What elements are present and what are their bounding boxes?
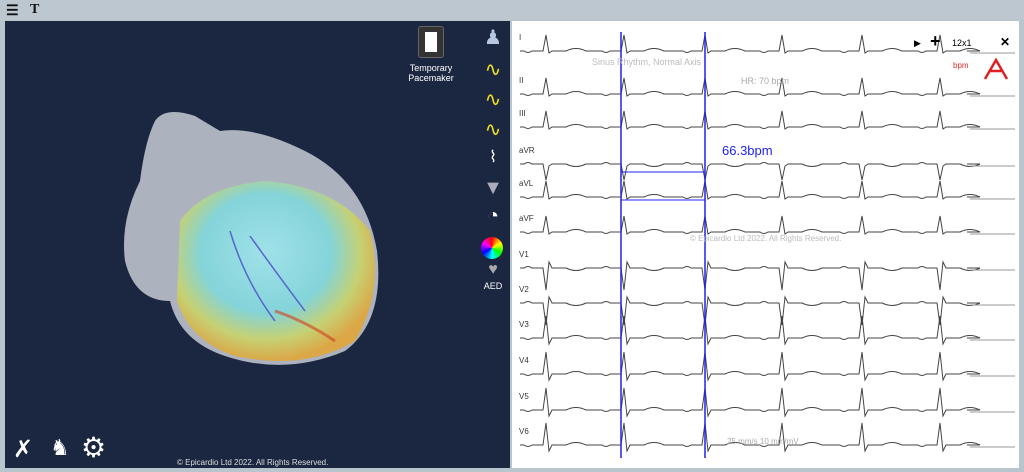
torso-icon[interactable]: ♟ xyxy=(478,25,508,50)
bpm-label: bpm xyxy=(953,61,969,70)
lead-label-V2: V2 xyxy=(519,285,529,294)
lead-label-aVF: aVF xyxy=(519,214,534,223)
ecg-trace-V5 xyxy=(520,387,981,418)
ecg-trace-V1 xyxy=(520,260,981,291)
lead-label-III: III xyxy=(519,109,526,118)
heart-model[interactable] xyxy=(5,21,475,468)
ecg-small-icon[interactable]: ⌇ xyxy=(478,147,508,167)
gear-icon[interactable]: ⚙ xyxy=(81,431,106,464)
lead-label-II: II xyxy=(519,76,524,85)
copyright: © Epicardio Ltd 2022. All Rights Reserve… xyxy=(177,458,329,467)
aed-label: AED xyxy=(483,281,503,291)
heart-cross-section-icon[interactable]: ▼ xyxy=(478,177,508,200)
hamburger-icon[interactable]: ☰ xyxy=(6,2,19,19)
rhythm-label: Sinus Rhythm, Normal Axis xyxy=(592,57,702,67)
lead-label-aVL: aVL xyxy=(519,179,534,188)
ecg-trace-aVL xyxy=(520,180,981,200)
pacemaker-label: Temporary Pacemaker xyxy=(408,63,454,83)
play-button[interactable]: ▶ xyxy=(914,38,921,49)
lead-label-I: I xyxy=(519,33,522,42)
lead-label-V3: V3 xyxy=(519,320,529,329)
ecg-annotated-icon[interactable]: ∿ xyxy=(478,117,508,142)
hr-label: HR: 70 bpm xyxy=(741,76,790,86)
speed-label: 25 mm/s 10 mm/mV xyxy=(727,437,799,446)
caliper-icon[interactable] xyxy=(982,57,1010,81)
ecg-trace-aVR xyxy=(520,162,981,181)
measurement-box xyxy=(620,171,706,201)
ecg-trace-V2 xyxy=(520,295,981,326)
ecg-trace-aVF xyxy=(520,215,981,235)
ecg-trace-V3 xyxy=(520,315,981,346)
lead-label-aVR: aVR xyxy=(519,146,535,155)
measurement-label: 66.3bpm xyxy=(722,143,773,158)
ecg-trace-V4 xyxy=(520,351,981,382)
heart-3d-view[interactable]: Temporary Pacemaker ♟ ∿ ∿ ∿ ⌇ ▼ ◔ ♥ AED ✗… xyxy=(5,21,510,468)
ecg-watermark: © Epicardio Ltd 2022. All Rights Reserve… xyxy=(690,234,842,243)
hand-heart-icon[interactable]: ♞ xyxy=(50,435,70,461)
close-button[interactable]: ✕ xyxy=(1000,35,1010,49)
lead-label-V6: V6 xyxy=(519,427,529,436)
speedometer-icon[interactable]: ◔ xyxy=(478,205,508,228)
lead-label-V1: V1 xyxy=(519,250,529,259)
lead-label-V4: V4 xyxy=(519,356,529,365)
ecg-traces xyxy=(520,32,1015,458)
ecg-trace-III xyxy=(520,110,981,130)
ecg-trace-I xyxy=(520,34,981,54)
aed-heart-icon[interactable]: ♥ xyxy=(478,261,508,279)
lead-label-V5: V5 xyxy=(519,392,529,401)
ecg-12-lead-icon[interactable]: ∿ xyxy=(478,87,508,112)
layout-button[interactable]: 12x1 xyxy=(952,38,972,48)
temporary-pacemaker-button[interactable] xyxy=(418,26,444,58)
add-button[interactable]: + xyxy=(930,31,941,52)
ecg-rhythm-icon[interactable]: ∿ xyxy=(478,57,508,82)
top-toolbar: ☰ T xyxy=(0,0,1024,20)
ecg-panel: I II III aVR aVL aVF V1 V2 V3 V4 V5 V6 Sinus Rhythm… xyxy=(512,21,1019,468)
text-tool-button[interactable]: T xyxy=(30,2,39,18)
tools-icon[interactable]: ✗ xyxy=(13,435,33,464)
color-wheel-icon[interactable] xyxy=(481,237,503,259)
